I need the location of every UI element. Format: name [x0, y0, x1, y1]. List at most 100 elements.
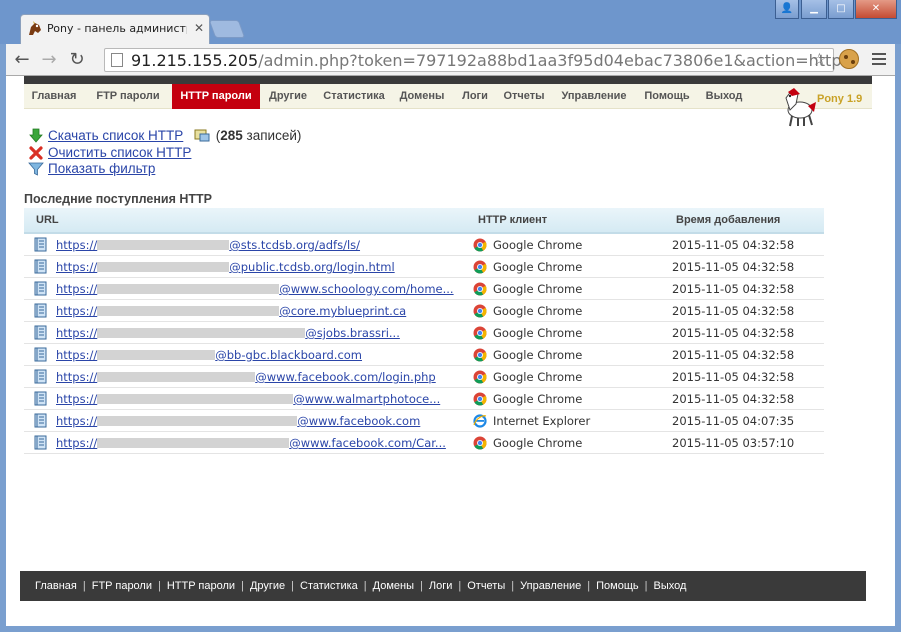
nav-http[interactable]: HTTP пароли — [172, 84, 260, 109]
footer-link[interactable]: FTP пароли — [92, 580, 152, 592]
http-client-name: Google Chrome — [493, 370, 583, 384]
cookie-extension-icon[interactable] — [839, 49, 859, 69]
added-time: 2015-11-05 04:07:35 — [672, 414, 795, 428]
record-book-icon[interactable] — [34, 325, 47, 340]
user-profile-icon[interactable]: 👤 — [775, 0, 799, 19]
close-window-button[interactable]: ✕ — [855, 0, 897, 19]
footer-link[interactable]: Выход — [654, 580, 687, 592]
forward-arrow-icon[interactable]: → — [38, 49, 60, 71]
added-time: 2015-11-05 04:32:58 — [672, 326, 795, 340]
footer-separator: | — [458, 580, 462, 592]
http-url-link[interactable]: https://@sts.tcdsb.org/adfs/ls/ — [56, 238, 360, 252]
record-book-icon[interactable] — [34, 413, 47, 428]
footer-link[interactable]: Логи — [429, 580, 453, 592]
maximize-button[interactable]: □ — [828, 0, 854, 19]
records-info: (285 записей) — [194, 128, 301, 143]
http-url-link[interactable]: https://@www.facebook.com/Car... — [56, 436, 446, 450]
redacted-credentials — [97, 306, 280, 316]
http-url-link[interactable]: https://@www.walmartphotoce... — [56, 392, 440, 406]
record-book-icon[interactable] — [34, 369, 47, 384]
http-url-link[interactable]: https://@bb-gbc.blackboard.com — [56, 348, 362, 362]
google-chrome-icon — [473, 436, 487, 450]
redacted-credentials — [97, 262, 230, 272]
export-icon[interactable] — [194, 128, 210, 142]
nav-domains[interactable]: Домены — [396, 84, 448, 109]
added-time: 2015-11-05 04:32:58 — [672, 238, 795, 252]
added-time: 2015-11-05 04:32:58 — [672, 304, 795, 318]
footer-link[interactable]: Помощь — [596, 580, 639, 592]
footer-link[interactable]: Домены — [373, 580, 414, 592]
nav-stats[interactable]: Статистика — [320, 84, 388, 109]
http-url-link[interactable]: https://@public.tcdsb.org/login.html — [56, 260, 395, 274]
record-book-icon[interactable] — [34, 435, 47, 450]
nav-home[interactable]: Главная — [24, 84, 84, 109]
footer-link[interactable]: Другие — [250, 580, 285, 592]
http-url-link[interactable]: https://@www.facebook.com — [56, 414, 420, 428]
http-url-link[interactable]: https://@www.schoology.com/home... — [56, 282, 454, 296]
footer-link[interactable]: Статистика — [300, 580, 358, 592]
nav-logout[interactable]: Выход — [701, 84, 747, 109]
menu-hamburger-icon[interactable] — [872, 53, 886, 68]
show-filter-link[interactable]: Показать фильтр — [48, 161, 155, 176]
nav-reports[interactable]: Отчеты — [499, 84, 549, 109]
address-bar[interactable]: 91.215.155.205/admin.php?token=797192a88… — [104, 48, 841, 72]
http-client-name: Google Chrome — [493, 392, 583, 406]
clear-http-link[interactable]: Очистить список HTTP — [48, 145, 191, 160]
added-time: 2015-11-05 04:32:58 — [672, 260, 795, 274]
footer-links: Главная | FTP пароли | HTTP пароли | Другие | Ст… — [35, 580, 686, 592]
footer-separator: | — [587, 580, 591, 592]
download-http-link[interactable]: Скачать список HTTP — [48, 128, 183, 143]
record-book-icon[interactable] — [34, 237, 47, 252]
http-url-link[interactable]: https://@core.myblueprint.ca — [56, 304, 406, 318]
http-url-link[interactable]: https://@www.facebook.com/login.php — [56, 370, 436, 384]
pony-favicon-icon — [29, 21, 41, 35]
header-url: URL — [36, 214, 59, 226]
nav-help[interactable]: Помощь — [638, 84, 696, 109]
footer-link[interactable]: HTTP пароли — [167, 580, 235, 592]
minimize-button[interactable]: ▁ — [801, 0, 827, 19]
table-row: https://@sts.tcdsb.org/adfs/ls/Google Ch… — [24, 234, 824, 256]
nav-manage[interactable]: Управление — [555, 84, 633, 109]
http-client-name: Google Chrome — [493, 304, 583, 318]
nav-ftp[interactable]: FTP пароли — [90, 84, 166, 109]
page-icon — [111, 53, 123, 67]
footer-link[interactable]: Отчеты — [467, 580, 505, 592]
new-tab-button[interactable] — [208, 20, 246, 38]
record-book-icon[interactable] — [34, 259, 47, 274]
http-client-name: Google Chrome — [493, 436, 583, 450]
table-row: https://@www.walmartphotoce... Google Chr… — [24, 388, 824, 410]
bookmark-star-icon[interactable]: ☆ — [812, 50, 827, 70]
http-client-name: Google Chrome — [493, 348, 583, 362]
footer-link[interactable]: Управление — [520, 580, 581, 592]
nav-logs[interactable]: Логи — [456, 84, 494, 109]
redacted-credentials — [97, 328, 306, 338]
footer-separator: | — [291, 580, 295, 592]
reload-icon[interactable]: ↻ — [66, 49, 88, 71]
table-row: https://@www.facebook.com/login.php Googl… — [24, 366, 824, 388]
nav-other[interactable]: Другие — [263, 84, 313, 109]
record-book-icon[interactable] — [34, 391, 47, 406]
google-chrome-icon — [473, 392, 487, 406]
header-client: HTTP клиент — [478, 214, 548, 226]
record-book-icon[interactable] — [34, 347, 47, 362]
redacted-credentials — [97, 416, 298, 426]
redacted-credentials — [97, 240, 230, 250]
tab-title: Pony - панель администрат — [47, 22, 187, 35]
table-row: https://@sjobs.brassri... Google Chrome 20… — [24, 322, 824, 344]
browser-tab[interactable]: Pony - панель администрат ✕ — [20, 14, 210, 44]
http-url-link[interactable]: https://@sjobs.brassri... — [56, 326, 400, 340]
table-row: https://@public.tcdsb.org/login.html Goog… — [24, 256, 824, 278]
footer-link[interactable]: Главная — [35, 580, 77, 592]
back-arrow-icon[interactable]: ← — [11, 49, 33, 71]
http-client-name: Google Chrome — [493, 238, 583, 252]
header-time: Время добавления — [676, 214, 781, 226]
http-table: URL HTTP клиент Время добавления https:/… — [24, 208, 824, 454]
redacted-credentials — [97, 394, 294, 404]
record-book-icon[interactable] — [34, 281, 47, 296]
address-url[interactable]: 91.215.155.205/admin.php?token=797192a88… — [131, 51, 841, 70]
footer-separator: | — [82, 580, 86, 592]
record-book-icon[interactable] — [34, 303, 47, 318]
tab-close-icon[interactable]: ✕ — [194, 21, 204, 35]
google-chrome-icon — [473, 326, 487, 340]
pony-version: Pony 1.9 — [817, 93, 863, 105]
